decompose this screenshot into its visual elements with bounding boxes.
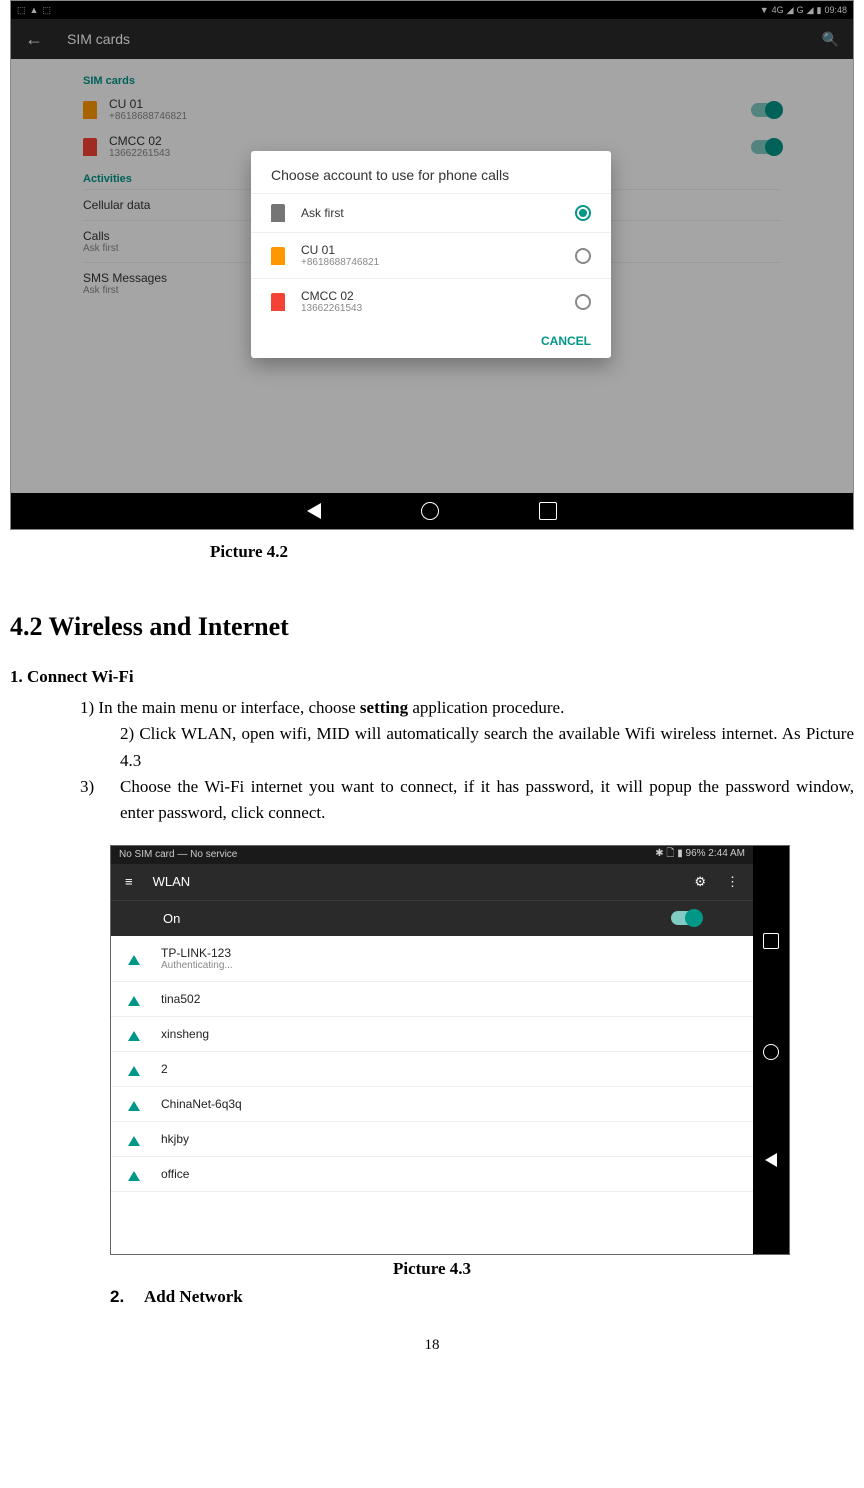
gear-icon[interactable]: ⚙ bbox=[694, 874, 706, 890]
sim-icon bbox=[271, 204, 285, 222]
screenshot-wlan: No SIM card — No service ✱ 🗋 ▮ 96% 2:44 … bbox=[110, 845, 790, 1255]
wifi-network-row[interactable]: hkjby bbox=[111, 1122, 753, 1157]
dialog-title: Choose account to use for phone calls bbox=[251, 167, 611, 193]
account-dialog: Choose account to use for phone calls As… bbox=[251, 151, 611, 358]
navigation-bar bbox=[753, 846, 789, 1254]
radio-button[interactable] bbox=[575, 294, 591, 310]
nav-recents-icon[interactable] bbox=[539, 502, 557, 520]
status-bar: No SIM card — No service ✱ 🗋 ▮ 96% 2:44 … bbox=[111, 846, 753, 864]
wifi-network-row[interactable]: xinsheng bbox=[111, 1017, 753, 1052]
nav-home-icon[interactable] bbox=[763, 1044, 779, 1060]
wifi-network-row[interactable]: ChinaNet-6q3q bbox=[111, 1087, 753, 1122]
connect-wifi-heading: 1. Connect Wi-Fi bbox=[10, 667, 854, 687]
wifi-icon bbox=[125, 951, 143, 965]
wifi-network-row[interactable]: 2 bbox=[111, 1052, 753, 1087]
wifi-icon bbox=[125, 992, 143, 1006]
wifi-icon bbox=[125, 1132, 143, 1146]
wifi-on-row: On bbox=[111, 900, 753, 936]
on-label: On bbox=[163, 911, 180, 926]
dialog-option-ask-first[interactable]: Ask first bbox=[251, 193, 611, 232]
wifi-toggle[interactable] bbox=[671, 911, 701, 925]
nav-home-icon[interactable] bbox=[421, 502, 439, 520]
app-title: WLAN bbox=[153, 874, 191, 889]
dialog-option-sim[interactable]: CU 01 +8618688746821 bbox=[251, 232, 611, 278]
page-number: 18 bbox=[10, 1337, 854, 1364]
add-network-heading: 2. Add Network bbox=[110, 1287, 854, 1307]
nav-recents-icon[interactable] bbox=[763, 933, 779, 949]
screenshot-sim-cards: ⬚ ▲ ⬚ ▼ 4G ◢ G ◢ ▮ 09:48 ← SIM cards 🔍 S… bbox=[10, 0, 854, 530]
wifi-network-row[interactable]: TP-LINK-123 Authenticating... bbox=[111, 936, 753, 982]
step-2-text: 2) Click WLAN, open wifi, MID will autom… bbox=[10, 721, 854, 774]
wifi-icon bbox=[125, 1097, 143, 1111]
figure-caption: Picture 4.2 bbox=[210, 542, 854, 562]
sim-status: No SIM card — No service bbox=[119, 849, 237, 860]
radio-button[interactable] bbox=[575, 248, 591, 264]
cancel-button[interactable]: CANCEL bbox=[541, 334, 591, 348]
app-bar: ≡ WLAN ⚙ ⋮ bbox=[111, 864, 753, 900]
wifi-icon bbox=[125, 1027, 143, 1041]
nav-back-icon[interactable] bbox=[307, 503, 321, 519]
sim-icon bbox=[271, 293, 285, 311]
nav-back-icon[interactable] bbox=[765, 1153, 777, 1167]
figure-caption: Picture 4.3 bbox=[10, 1259, 854, 1279]
section-heading: 4.2 Wireless and Internet bbox=[10, 612, 854, 642]
dialog-option-sim[interactable]: CMCC 02 13662261543 bbox=[251, 278, 611, 324]
navigation-bar bbox=[11, 493, 853, 529]
step-3-text: 3) Choose the Wi-Fi internet you want to… bbox=[10, 774, 854, 827]
status-right: ✱ 🗋 ▮ 96% 2:44 AM bbox=[655, 846, 745, 863]
sim-icon bbox=[271, 247, 285, 265]
step-1-text: 1) In the main menu or interface, choose… bbox=[10, 695, 854, 721]
wifi-icon bbox=[125, 1167, 143, 1181]
wifi-network-row[interactable]: office bbox=[111, 1157, 753, 1192]
menu-icon[interactable]: ≡ bbox=[125, 874, 133, 889]
wifi-list: TP-LINK-123 Authenticating... tina502 xi… bbox=[111, 936, 753, 1254]
wifi-icon bbox=[125, 1062, 143, 1076]
wifi-network-row[interactable]: tina502 bbox=[111, 982, 753, 1017]
more-icon[interactable]: ⋮ bbox=[726, 874, 739, 890]
radio-button[interactable] bbox=[575, 205, 591, 221]
